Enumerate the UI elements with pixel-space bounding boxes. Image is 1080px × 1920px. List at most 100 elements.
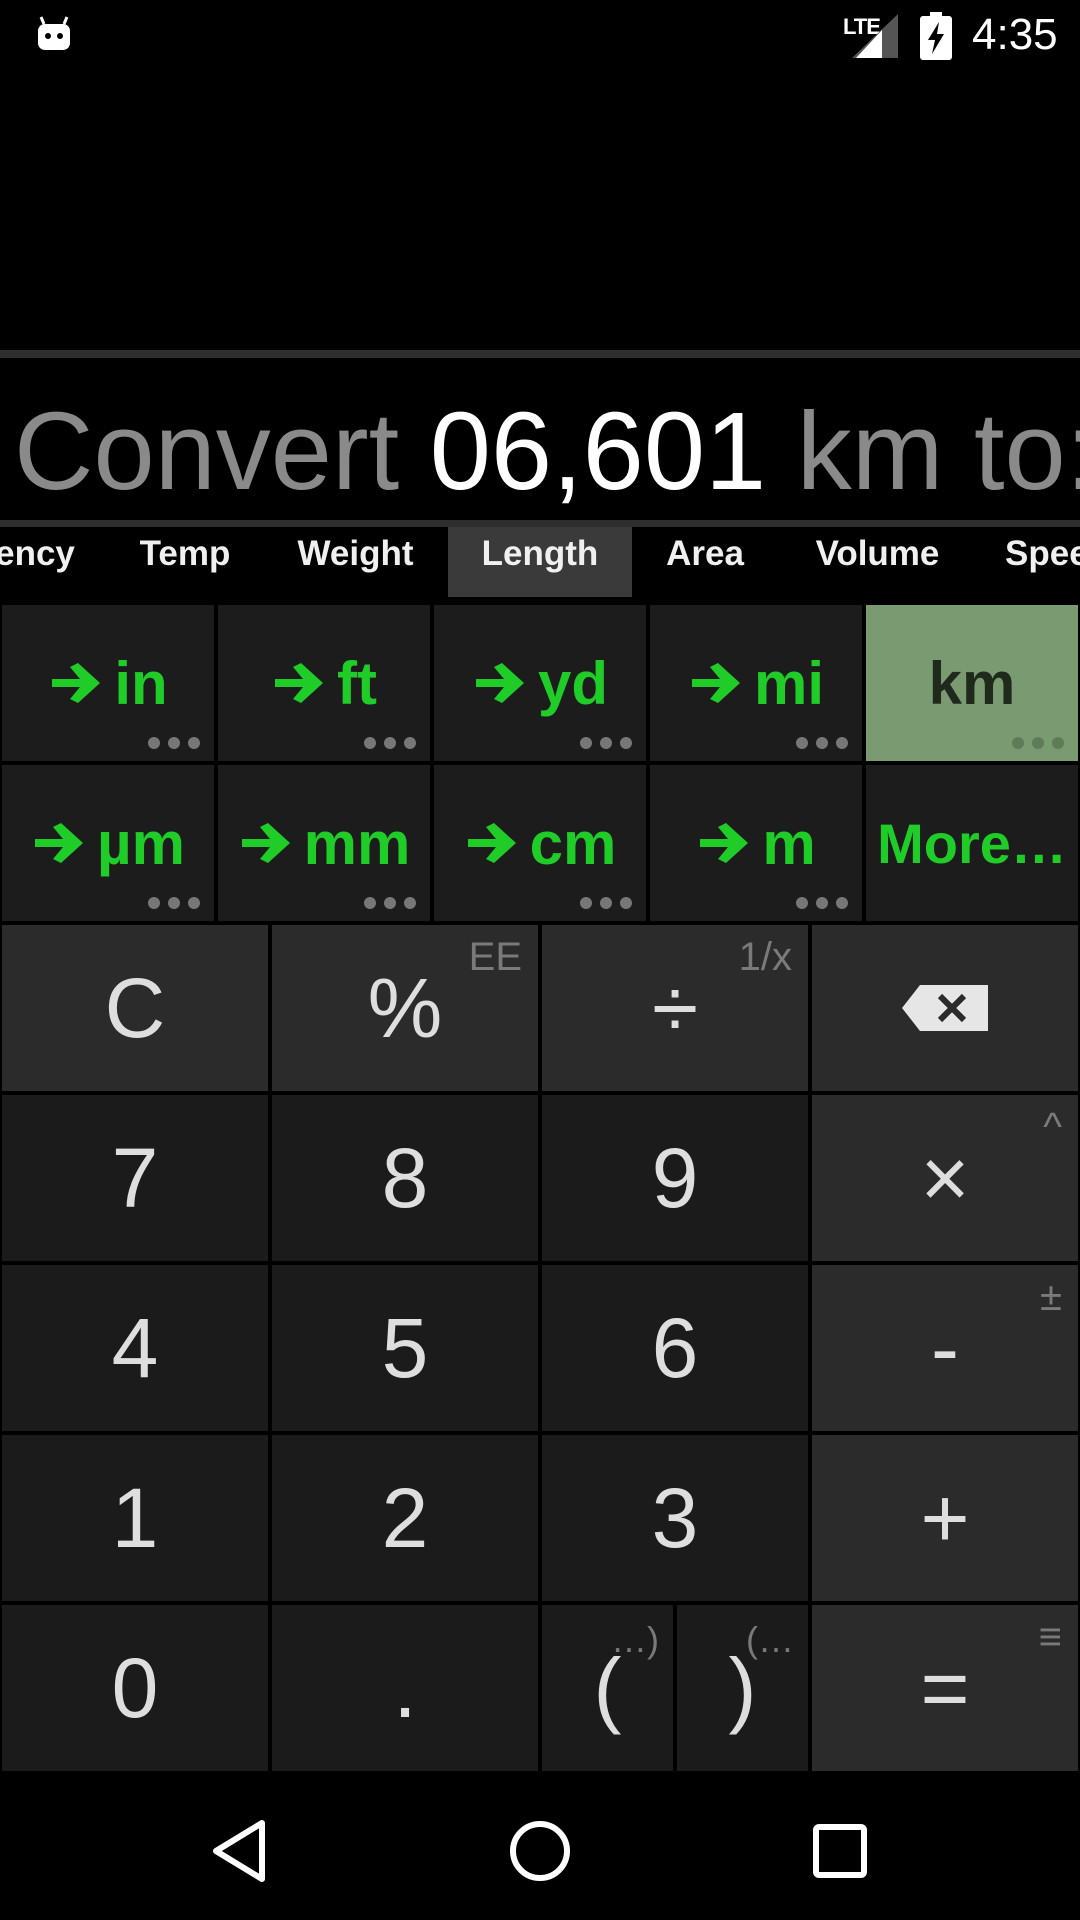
plus-button[interactable]: + <box>812 1435 1078 1601</box>
digit-9-button[interactable]: 9 <box>542 1095 808 1261</box>
more-units-button[interactable]: More… <box>866 765 1078 921</box>
more-options-icon <box>148 737 200 749</box>
more-options-icon <box>796 897 848 909</box>
tab-area[interactable]: Area <box>655 527 755 597</box>
more-options-icon <box>364 737 416 749</box>
key-label: 1 <box>111 1470 159 1565</box>
key-alt-label: 1/x <box>738 935 792 979</box>
digit-5-button[interactable]: 5 <box>272 1265 538 1431</box>
backspace-icon <box>902 985 988 1031</box>
key-label: + <box>920 1470 970 1565</box>
close-paren-button[interactable]: ) (… <box>677 1605 808 1771</box>
digit-7-button[interactable]: 7 <box>2 1095 268 1261</box>
unit-label: mi <box>753 649 825 717</box>
key-label: . <box>393 1640 417 1735</box>
digit-4-button[interactable]: 4 <box>2 1265 268 1431</box>
tab-currency[interactable]: ency <box>0 527 80 597</box>
recents-icon[interactable] <box>800 1811 880 1891</box>
multiply-button[interactable]: × ^ <box>812 1095 1078 1261</box>
arrow-right-icon <box>52 663 101 703</box>
unit-button-ft[interactable]: ft <box>218 605 430 761</box>
key-label: 3 <box>651 1470 699 1565</box>
unit-button-m[interactable]: m <box>650 765 862 921</box>
equals-button[interactable]: = ≡ <box>812 1605 1078 1771</box>
unit-button-um[interactable]: µm <box>2 765 214 921</box>
more-options-icon <box>580 737 632 749</box>
unit-label: yd <box>537 649 609 717</box>
digit-3-button[interactable]: 3 <box>542 1435 808 1601</box>
more-options-icon <box>1012 737 1064 749</box>
unit-button-yd[interactable]: yd <box>434 605 646 761</box>
status-bar: LTE 4:35 <box>0 0 1080 72</box>
key-label: × <box>920 1130 970 1225</box>
tab-speed[interactable]: Spee <box>1005 527 1080 597</box>
key-label: 7 <box>111 1130 159 1225</box>
arrow-right-icon <box>241 823 290 863</box>
tab-temp[interactable]: Temp <box>120 527 250 597</box>
key-label: 2 <box>381 1470 429 1565</box>
divide-button[interactable]: ÷ 1/x <box>542 925 808 1091</box>
key-label: 5 <box>381 1300 429 1395</box>
minus-button[interactable]: - ± <box>812 1265 1078 1431</box>
backspace-button[interactable] <box>812 925 1078 1091</box>
more-options-icon <box>364 897 416 909</box>
digit-0-button[interactable]: 0 <box>2 1605 268 1771</box>
open-paren-button[interactable]: ( …) <box>542 1605 673 1771</box>
more-options-icon <box>148 897 200 909</box>
more-options-icon <box>796 737 848 749</box>
unit-label: ft <box>337 649 377 717</box>
unit-label: mm <box>303 809 411 877</box>
more-options-icon <box>580 897 632 909</box>
unit-button-in[interactable]: in <box>2 605 214 761</box>
unit-label: in <box>114 649 168 717</box>
unit-button-km[interactable]: km <box>866 605 1078 761</box>
arrow-right-icon <box>700 823 749 863</box>
key-alt-label: ± <box>1040 1275 1062 1319</box>
key-label: ÷ <box>651 960 699 1055</box>
signal-icon <box>852 14 898 58</box>
key-label: 0 <box>111 1640 159 1735</box>
arrow-right-icon <box>467 823 516 863</box>
category-tabs: ency Temp Weight Length Area Volume Spee <box>0 527 1080 597</box>
key-label: % <box>367 960 443 1055</box>
unit-label: More… <box>877 811 1067 875</box>
status-time: 4:35 <box>972 10 1058 59</box>
convert-prefix: Convert <box>14 390 400 513</box>
unit-button-cm[interactable]: cm <box>434 765 646 921</box>
tab-length[interactable]: Length <box>448 527 632 597</box>
unit-button-mi[interactable]: mi <box>650 605 862 761</box>
key-alt-label: ^ <box>1043 1105 1062 1149</box>
digit-1-button[interactable]: 1 <box>2 1435 268 1601</box>
unit-label: cm <box>529 809 617 877</box>
unit-label: µm <box>97 809 185 877</box>
convert-unit: km <box>796 390 944 513</box>
unit-grid: in ft yd mi km µm mm cm m More… <box>0 603 1080 923</box>
digit-6-button[interactable]: 6 <box>542 1265 808 1431</box>
convert-value: 06,601 <box>429 390 767 513</box>
unit-button-mm[interactable]: mm <box>218 765 430 921</box>
arrow-right-icon <box>275 663 324 703</box>
unit-label: m <box>762 809 816 877</box>
key-alt-label: (… <box>746 1619 794 1660</box>
arrow-right-icon <box>35 823 84 863</box>
key-label: 8 <box>381 1130 429 1225</box>
arrow-right-icon <box>691 663 740 703</box>
home-icon[interactable] <box>500 1811 580 1891</box>
decimal-point-button[interactable]: . <box>272 1605 538 1771</box>
android-notification-icon <box>38 16 70 50</box>
percent-button[interactable]: % EE <box>272 925 538 1091</box>
battery-charging-icon <box>920 12 952 60</box>
back-icon[interactable] <box>200 1811 280 1891</box>
clear-button[interactable]: C <box>2 925 268 1091</box>
key-alt-label: ≡ <box>1038 1615 1062 1659</box>
tab-weight[interactable]: Weight <box>288 527 423 597</box>
keypad: C % EE ÷ 1/x 7 8 9 × ^ 4 5 6 - ± 1 2 3 +… <box>0 925 1080 1775</box>
key-label: 6 <box>651 1300 699 1395</box>
key-label: = <box>920 1640 970 1735</box>
digit-8-button[interactable]: 8 <box>272 1095 538 1261</box>
unit-label: km <box>928 649 1016 717</box>
tab-volume[interactable]: Volume <box>805 527 950 597</box>
digit-2-button[interactable]: 2 <box>272 1435 538 1601</box>
key-label: - <box>931 1300 959 1395</box>
convert-suffix: to: <box>973 390 1080 513</box>
